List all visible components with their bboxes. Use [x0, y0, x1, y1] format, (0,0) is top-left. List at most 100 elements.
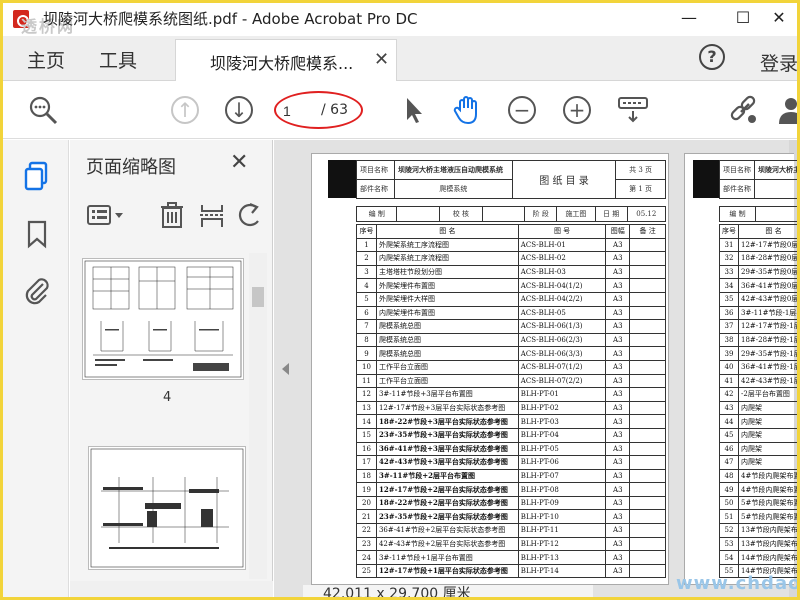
drawing-title-block: 项目名称 坝陵河大桥主塔液压自动爬模系统 部件名称	[719, 160, 797, 199]
menu-home[interactable]: 主页	[27, 46, 65, 73]
rotate-page-icon[interactable]	[236, 201, 264, 229]
panel-title: 页面缩略图	[86, 157, 176, 178]
cell-no: 44	[719, 414, 739, 429]
thumbnail-options-icon[interactable]	[86, 201, 126, 229]
cell-size: A3	[605, 387, 631, 402]
cell-no: 8	[356, 332, 377, 348]
zoom-search-icon[interactable]	[27, 94, 59, 126]
select-cursor-icon[interactable]	[399, 94, 431, 126]
cell-size: A3	[605, 264, 631, 280]
cell-note	[629, 291, 666, 307]
share-link-icon[interactable]	[727, 94, 759, 126]
thumbnail-horizontal-scrollbar[interactable]	[70, 581, 273, 597]
help-icon[interactable]: ?	[699, 44, 725, 70]
watermark-bottom: www.chdao.com	[676, 573, 800, 594]
minimize-button[interactable]: —	[669, 5, 709, 31]
menu-tools[interactable]: 工具	[99, 46, 137, 73]
document-tab-close-icon[interactable]: ✕	[374, 49, 389, 70]
table-row: 53 13#节段内爬架布置	[719, 536, 797, 552]
table-row: 24 3#-11#节段+1层平台布置图 BLH-PT-13 A3	[356, 550, 666, 565]
zoom-in-icon[interactable]: +	[563, 96, 591, 124]
cell-name: 18#-22#节段+3层平台实际状态参考图	[375, 414, 519, 429]
cell-name: 18#-28#节段-1层	[738, 332, 797, 348]
table-row: 39 29#-35#节段-1层	[719, 346, 797, 361]
cell-size: A3	[605, 291, 631, 307]
cell-code: BLH-PT-14	[517, 563, 607, 579]
highlight-annotation	[274, 91, 363, 129]
panel-close-icon[interactable]: ✕	[230, 150, 248, 175]
edit-label: 编 制	[355, 206, 398, 222]
table-row: 18 3#-11#节段+2层平台布置图 BLH-PT-07 A3	[356, 468, 666, 484]
page-thumbnail[interactable]	[82, 258, 244, 380]
cell-no: 51	[719, 509, 739, 525]
cell-name: 外爬架系统工序流程图	[375, 237, 519, 253]
cell-name: 36#-41#节段0层平	[738, 278, 797, 293]
cell-no: 14	[356, 414, 377, 429]
cell-name: 29#-35#节段0层平	[738, 264, 797, 280]
cell-name: 外爬架埋件布置图	[375, 278, 519, 293]
cell-code: BLH-PT-06	[517, 455, 607, 470]
cell-name: -2层平台布置图	[738, 387, 797, 402]
cell-name: 18#-28#节段0层平	[738, 251, 797, 266]
cell-no: 33	[719, 264, 739, 280]
previous-page-icon[interactable]: ↑	[171, 96, 199, 124]
close-window-button[interactable]: ✕	[759, 5, 797, 31]
cell-size: A3	[605, 359, 631, 375]
account-icon[interactable]	[775, 94, 800, 126]
table-row: 10 工作平台立面图 ACS-BLH-07(1/2) A3	[356, 359, 666, 375]
table-row: 25 12#-17#节段+1层平台实际状态参考图 BLH-PT-14 A3	[356, 563, 666, 579]
col-size: 图幅	[605, 224, 631, 239]
cell-note	[629, 523, 666, 538]
delete-page-icon[interactable]	[158, 201, 186, 229]
table-row: 5 外爬架埋件大样图 ACS-BLH-04(2/2) A3	[356, 291, 666, 307]
login-button[interactable]: 登录	[760, 49, 797, 76]
table-row: 47 内爬架	[719, 455, 797, 470]
maximize-button[interactable]: ☐	[723, 5, 763, 31]
document-tab-label: 坝陵河大桥爬模系...	[210, 54, 354, 73]
cell-code: BLH-PT-10	[517, 509, 607, 525]
cell-no: 34	[719, 278, 739, 293]
page-thumbnails-icon[interactable]	[21, 160, 53, 192]
cell-note	[629, 455, 666, 470]
cell-name: 内爬架	[738, 455, 797, 470]
table-row: 45 内爬架	[719, 427, 797, 443]
cell-no: 13	[356, 400, 377, 416]
page-no: 第 1 页	[615, 179, 666, 199]
cell-size: A3	[605, 414, 631, 429]
bookmark-icon[interactable]	[21, 218, 53, 250]
hand-tool-icon[interactable]	[451, 94, 483, 126]
table-row: 21 23#-35#节段+2层平台实际状态参考图 BLH-PT-10 A3	[356, 509, 666, 525]
cell-size: A3	[605, 509, 631, 525]
cell-size: A3	[605, 251, 631, 266]
cell-name: 3#-11#节段-1层平	[738, 305, 797, 321]
collapse-panel-icon[interactable]	[282, 363, 289, 375]
table-row: 36 3#-11#节段-1层平	[719, 305, 797, 321]
cell-no: 48	[719, 468, 739, 484]
panel-toolbar	[70, 195, 273, 237]
cell-size: A3	[605, 563, 631, 579]
cell-no: 25	[356, 563, 377, 579]
page-thumbnail[interactable]	[88, 446, 246, 570]
drawing-sign-row: 编 制 校 核 阶 段 施工图 日 期 05.12	[355, 206, 667, 222]
cell-name: 42#-43#节段+3层平台实际状态参考图	[375, 455, 519, 470]
split-page-icon[interactable]	[198, 201, 226, 229]
keyboard-page-display-icon[interactable]	[617, 94, 649, 126]
thumbnail-scroll-thumb[interactable]	[252, 287, 264, 307]
cell-name: 23#-35#节段+3层平台实际状态参考图	[375, 427, 519, 443]
drawing-sign-row: 编 制	[719, 206, 797, 222]
cell-no: 52	[719, 523, 739, 538]
next-page-icon[interactable]: ↓	[225, 96, 253, 124]
attachment-icon[interactable]	[21, 274, 53, 306]
cell-code: ACS-BLH-05	[517, 305, 607, 321]
table-row: 1 外爬架系统工序流程图 ACS-BLH-01 A3	[356, 237, 666, 253]
table-row: 42 -2层平台布置图	[719, 387, 797, 402]
zoom-out-icon[interactable]: −	[508, 96, 536, 124]
cell-code: BLH-PT-05	[517, 441, 607, 457]
document-tab[interactable]: 坝陵河大桥爬模系... ✕	[175, 39, 397, 81]
cell-code: BLH-PT-07	[517, 468, 607, 484]
cell-name: 13#节段内爬架布置	[738, 523, 797, 538]
cell-name: 内爬架	[738, 441, 797, 457]
company-logo	[693, 160, 719, 198]
cell-note	[629, 264, 666, 280]
cell-name: 主塔塔柱节段划分图	[375, 264, 519, 280]
